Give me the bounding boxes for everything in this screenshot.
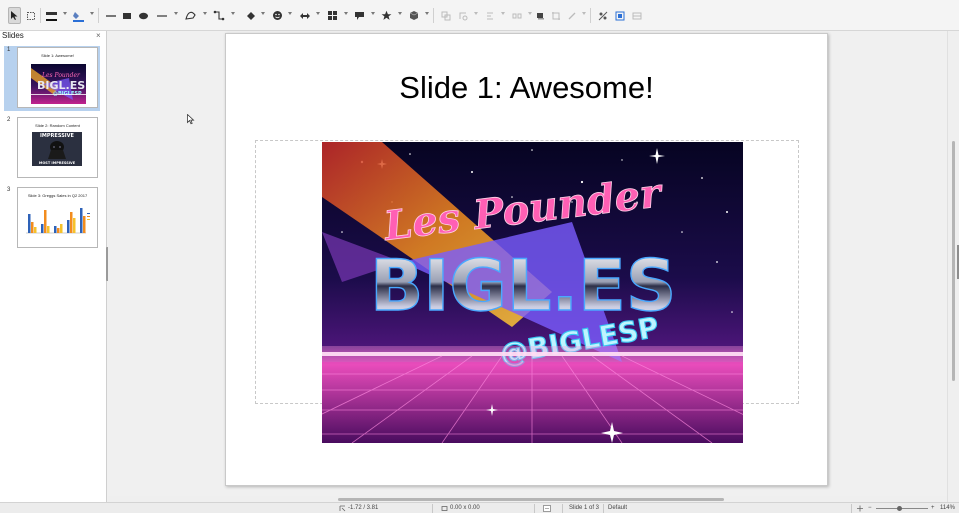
callouts-icon[interactable] [353,7,366,24]
fill-color-dropdown-icon[interactable] [90,12,94,15]
align-icon[interactable] [457,7,469,24]
thumbnail-title-2: Slide 2: Random Content [35,123,80,128]
line-tool-icon[interactable] [104,7,118,24]
thumbnail-1-hero-image: Les Pounder BIGL.ES @BIGLESP [31,64,86,104]
slide-canvas[interactable]: Slide 1: Awesome! Les Pounder BIGL.ES @B… [108,31,952,497]
slides-panel-title: Slides [2,31,24,40]
slide-hero-image[interactable]: Les Pounder BIGL.ES @BIGLESP [322,142,743,443]
basic-shapes-dropdown-icon[interactable] [261,12,265,15]
3d-objects-dropdown-icon[interactable] [425,12,429,15]
shadow-icon[interactable] [534,7,546,24]
curve-dropdown-icon[interactable] [203,12,207,15]
zoom-level[interactable]: 114% [940,505,955,511]
slide-1[interactable]: Slide 1: Awesome! Les Pounder BIGL.ES @B… [225,33,828,486]
line-color-dropdown-icon[interactable] [63,12,67,15]
size-icon [441,506,448,511]
callouts-dropdown-icon[interactable] [371,12,375,15]
slide-title[interactable]: Slide 1: Awesome! [226,70,827,106]
flowchart-icon[interactable] [326,7,339,24]
slide-thumbnail-1[interactable]: Slide 1: Awesome! Les Pounder BIGL.ES @B… [17,47,98,108]
block-arrows-dropdown-icon[interactable] [316,12,320,15]
vertical-scroll-thumb[interactable] [952,141,955,381]
zoom-slider-track[interactable] [876,508,928,509]
zoom-slider-handle[interactable] [897,506,902,511]
object-size: 0.00 x 0.00 [450,505,480,511]
zoom-pan-icon[interactable] [25,7,37,24]
zoom-in-button[interactable]: + [931,505,935,511]
curve-tool-icon[interactable] [184,7,198,24]
fit-slide-icon[interactable] [856,505,864,512]
select-tool-icon[interactable] [8,7,21,24]
connector-dropdown-icon[interactable] [231,12,235,15]
cursor-position: -1.72 / 3.81 [348,505,379,511]
horizontal-scroll-thumb[interactable] [338,498,724,501]
glue-points-icon[interactable] [631,7,643,24]
arrange-icon[interactable] [484,7,496,24]
align-dropdown-icon[interactable] [474,12,478,15]
fill-color-icon[interactable] [71,7,85,24]
svg-text:Les Pounder: Les Pounder [41,72,81,79]
symbol-shapes-dropdown-icon[interactable] [288,12,292,15]
stars-dropdown-icon[interactable] [398,12,402,15]
distribute-dropdown-icon[interactable] [528,12,532,15]
flowchart-dropdown-icon[interactable] [344,12,348,15]
thumbnail-3-chart-image [24,202,92,236]
zoom-out-button[interactable]: − [868,505,872,511]
toggle-extrusion-icon[interactable] [597,7,609,24]
filter-dropdown-icon[interactable] [582,12,586,15]
mouse-cursor-icon [187,114,195,125]
close-panel-icon[interactable]: × [96,31,101,40]
master-slide-name[interactable]: Default [608,505,627,511]
drawing-toolbar [0,0,959,31]
distribute-icon[interactable] [511,7,523,24]
thumbnail-title-1: Slide 1: Awesome! [41,53,74,58]
arrow-line-dropdown-icon[interactable] [174,12,178,15]
slide-counter: Slide 1 of 3 [569,505,600,511]
slides-panel: Slides × 1 Slide 1: Awesome! Les Pounder… [0,31,107,502]
slide-thumbnail-3[interactable]: Slide 3: Greggs Sales in Q2 2017 [17,187,98,248]
crop-icon[interactable] [550,7,562,24]
vertical-scrollbar[interactable] [947,31,959,502]
filter-icon[interactable] [566,7,578,24]
thumbnail-2-meme-image: IMPRESSIVE MOST IMPRESSIVE [32,132,82,166]
basic-shapes-icon[interactable] [244,7,257,24]
position-icon [339,505,346,512]
connector-tool-icon[interactable] [212,7,226,24]
arrange-dropdown-icon[interactable] [501,12,505,15]
symbol-shapes-icon[interactable] [271,7,284,24]
line-color-icon[interactable] [44,7,58,24]
ellipse-tool-icon[interactable] [137,7,150,24]
slide-thumbnail-2[interactable]: Slide 2: Random Content IMPRESSIVE MOST … [17,117,98,178]
3d-objects-icon[interactable] [407,7,420,24]
document-modified-icon[interactable] [543,505,551,512]
thumbnail-title-3: Slide 3: Greggs Sales in Q2 2017 [27,193,88,198]
slide-number-2: 2 [7,117,11,123]
rectangle-tool-icon[interactable] [121,7,133,24]
status-bar: -1.72 / 3.81 0.00 x 0.00 Slide 1 of 3 De… [0,502,959,513]
stars-icon[interactable] [380,7,393,24]
slide-number-3: 3 [7,187,11,193]
block-arrows-icon[interactable] [298,7,312,24]
slide-number-1: 1 [7,47,11,53]
rotate-icon[interactable] [440,7,452,24]
points-icon[interactable] [614,7,626,24]
arrow-line-tool-icon[interactable] [155,7,169,24]
